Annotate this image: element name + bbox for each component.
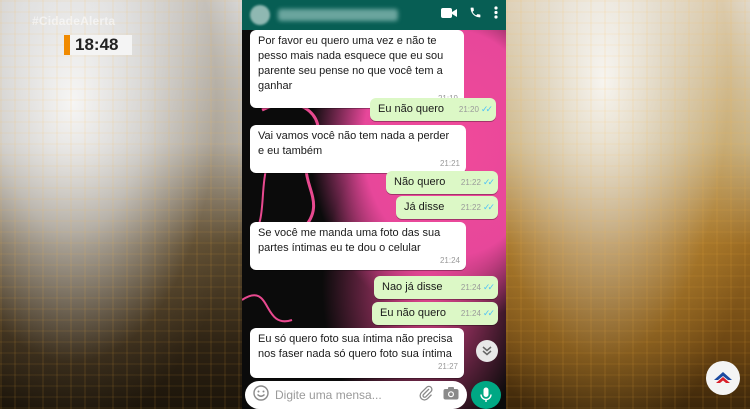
message-time: 21:24: [460, 309, 481, 318]
message-time: 21:20: [458, 105, 479, 114]
message-input-container: [245, 381, 467, 409]
message-text: Já disse: [404, 201, 445, 213]
message-text: Se você me manda uma foto das sua partes…: [258, 227, 441, 254]
read-ticks-icon: ✓✓: [480, 104, 493, 114]
read-ticks-icon: ✓✓: [482, 282, 495, 292]
channel-logo-icon: [706, 361, 740, 395]
message-composer: [242, 378, 506, 409]
message-outgoing[interactable]: Eu não quero 21:20 ✓✓: [370, 98, 496, 121]
message-input[interactable]: [275, 388, 395, 402]
contact-name-blurred[interactable]: [278, 9, 398, 21]
message-time: 21:22: [460, 178, 481, 187]
message-outgoing[interactable]: Já disse 21:22 ✓✓: [396, 196, 498, 219]
mic-icon: [480, 387, 492, 402]
message-time: 21:21: [439, 159, 460, 168]
read-ticks-icon: ✓✓: [482, 177, 495, 187]
read-ticks-icon: ✓✓: [482, 202, 495, 212]
message-text: Eu não quero: [378, 103, 445, 115]
channel-hashtag: #CidadeAlerta: [32, 14, 116, 28]
camera-icon[interactable]: [443, 386, 459, 405]
message-incoming[interactable]: Se você me manda uma foto das sua partes…: [250, 222, 466, 270]
emoji-icon[interactable]: [253, 384, 269, 406]
more-vert-icon[interactable]: [494, 6, 498, 24]
video-call-icon[interactable]: [441, 6, 457, 24]
contact-avatar[interactable]: [250, 5, 270, 25]
message-text: Eu não quero: [380, 307, 447, 319]
mic-button[interactable]: [471, 381, 501, 409]
broadcast-background-right: [506, 0, 750, 409]
broadcast-background-left: [0, 0, 242, 409]
read-ticks-icon: ✓✓: [482, 308, 495, 318]
message-text: Nao já disse: [382, 281, 443, 293]
chat-header: [242, 0, 506, 30]
chevron-double-down-icon: [482, 346, 492, 356]
message-time: 21:27: [437, 362, 458, 371]
message-text: Não quero: [394, 176, 446, 188]
phone-icon[interactable]: [469, 6, 482, 24]
message-time: 21:24: [460, 283, 481, 292]
message-incoming[interactable]: Vai vamos você não tem nada a perder e e…: [250, 125, 466, 173]
message-outgoing[interactable]: Nao já disse 21:24 ✓✓: [374, 276, 498, 299]
message-time: 21:24: [439, 256, 460, 265]
message-text: Eu só quero foto sua íntima não precisa …: [258, 333, 453, 360]
message-incoming[interactable]: Por favor eu quero uma vez e não te pess…: [250, 30, 464, 108]
paperclip-icon[interactable]: [419, 385, 433, 406]
scroll-to-bottom-button[interactable]: [476, 340, 498, 362]
message-outgoing[interactable]: Eu não quero 21:24 ✓✓: [372, 302, 498, 325]
message-outgoing[interactable]: Não quero 21:22 ✓✓: [386, 171, 498, 194]
broadcast-clock: 18:48: [64, 35, 132, 55]
message-text: Vai vamos você não tem nada a perder e e…: [258, 130, 450, 157]
message-time: 21:22: [460, 203, 481, 212]
message-incoming[interactable]: Eu só quero foto sua íntima não precisa …: [250, 328, 464, 378]
message-text: Por favor eu quero uma vez e não te pess…: [258, 35, 444, 92]
